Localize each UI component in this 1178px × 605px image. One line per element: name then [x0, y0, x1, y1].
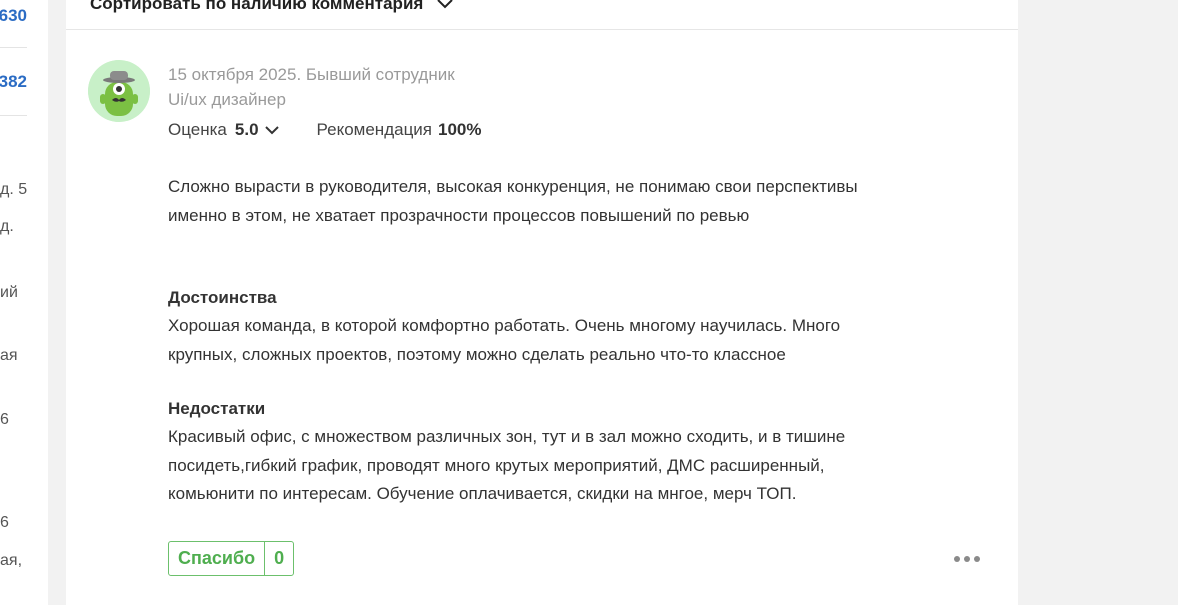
- more-dot: [964, 556, 970, 562]
- sort-bar: Сортировать по наличию комментария: [66, 0, 1018, 30]
- left-text-fragment: д. 5: [0, 181, 28, 198]
- left-sidebar-count-link[interactable]: 382: [0, 72, 27, 92]
- left-divider: [0, 115, 27, 116]
- more-dots-icon[interactable]: [954, 552, 980, 566]
- review-date-status: 15 октября 2025. Бывший сотрудник: [168, 65, 455, 84]
- chevron-down-icon: [437, 0, 454, 9]
- rating-label: Оценка: [168, 120, 227, 139]
- left-sidebar-count-link[interactable]: 630: [0, 6, 27, 26]
- review-scores: Оценка 5.0 Рекомендация 100%: [168, 120, 482, 140]
- thanks-count: 0: [274, 548, 285, 568]
- left-text-fragment: 6: [0, 514, 9, 531]
- page: 630 382 д. 5 д. ий ая 6 6 ая, Сортироват…: [0, 0, 1178, 605]
- review-summary: Сложно вырасти в руководителя, высокая к…: [168, 177, 858, 225]
- chevron-down-icon[interactable]: [264, 125, 279, 135]
- avatar-icon: [88, 60, 150, 122]
- cons-title: Недостатки: [168, 399, 266, 418]
- review-position: Ui/ux дизайнер: [168, 90, 286, 109]
- rating-value: 5.0: [234, 120, 259, 139]
- cons-section: Недостатки Красивый офис, с множеством р…: [168, 395, 868, 509]
- sort-label: Сортировать по наличию комментария: [90, 0, 424, 13]
- pros-title: Достоинства: [168, 288, 277, 307]
- left-sidebar-column: 630 382 д. 5 д. ий ая 6 6 ая,: [0, 0, 48, 605]
- left-text-fragment: ая: [0, 347, 18, 364]
- cons-text: Красивый офис, с множеством различных зо…: [168, 427, 846, 503]
- left-text-fragment: 6: [0, 411, 9, 428]
- thanks-label: Спасибо: [169, 542, 266, 575]
- recommend-value: 100%: [438, 120, 482, 139]
- review-meta: 15 октября 2025. Бывший сотрудник Ui/ux …: [168, 63, 455, 113]
- more-dot: [954, 556, 960, 562]
- pros-text: Хорошая команда, в которой комфортно раб…: [168, 316, 841, 364]
- left-text-fragment: ая,: [0, 552, 23, 569]
- recommend-label: Рекомендация: [316, 120, 433, 139]
- left-divider: [0, 47, 27, 48]
- thanks-button[interactable]: Спасибо 0: [168, 541, 295, 576]
- left-text-fragment: д.: [0, 218, 14, 235]
- left-text-fragment: ий: [0, 284, 18, 301]
- avatar: [88, 60, 150, 122]
- more-dot: [974, 556, 980, 562]
- pros-section: Достоинства Хорошая команда, в которой к…: [168, 284, 868, 369]
- sort-dropdown[interactable]: Сортировать по наличию комментария: [90, 0, 454, 14]
- review-card: Сортировать по наличию комментария 15 ок…: [66, 0, 1018, 605]
